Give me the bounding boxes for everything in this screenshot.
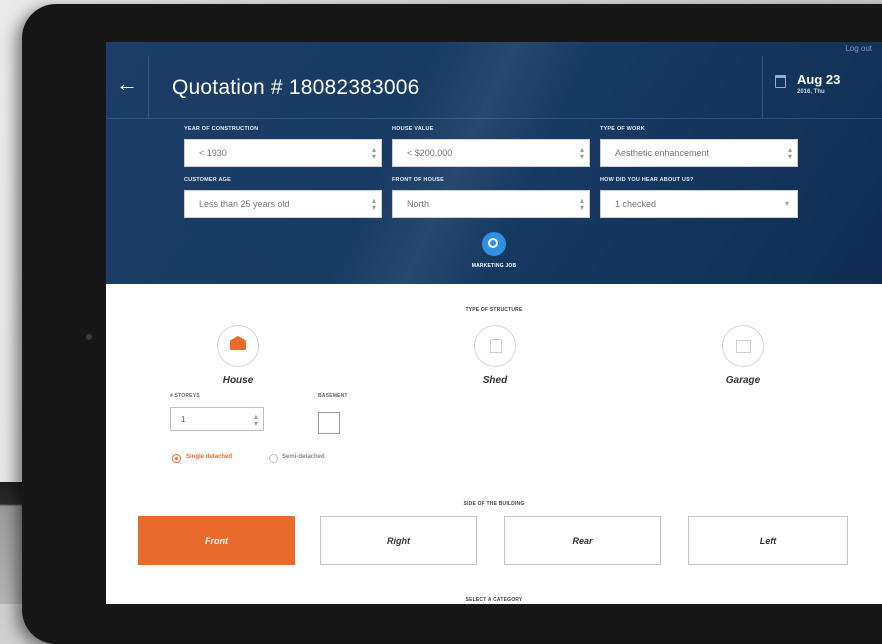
work-type-input[interactable]: Aesthetic enhancement ▴ ▾ <box>600 139 798 167</box>
structure-title: TYPE OF STRUCTURE <box>465 307 523 313</box>
house-value-value: < $200,000 <box>407 148 453 158</box>
basement-label: BASEMENT <box>318 393 348 399</box>
work-type-label: TYPE OF WORK <box>600 126 645 132</box>
side-front-button[interactable]: Front <box>138 516 295 565</box>
garage-icon <box>736 340 751 353</box>
storeys-value: 1 <box>181 415 186 424</box>
camera-dot <box>86 334 92 340</box>
stepper-icon: ▴ ▾ <box>787 145 792 161</box>
chevron-down-icon: ▾ <box>784 199 789 208</box>
customer-age-label: CUSTOMER AGE <box>184 177 232 183</box>
header-panel: Log out ← Quotation # 18082383006 Aug 23… <box>106 42 882 284</box>
house-icon-circle <box>217 325 259 367</box>
structure-garage-label: Garage <box>725 375 761 386</box>
house-value-label: HOUSE VALUE <box>392 126 434 132</box>
title-bar: ← Quotation # 18082383006 Aug 23 2016, T… <box>106 56 882 119</box>
front-value: North <box>407 199 430 209</box>
semi-detached-label: Semi-detached <box>282 454 325 460</box>
structure-shed-label: Shed <box>482 375 508 386</box>
back-button[interactable]: ← <box>106 56 149 118</box>
basement-checkbox[interactable] <box>318 412 340 434</box>
date-weekday: 2016, Thu <box>797 89 825 95</box>
stepper-icon: ▴ ▾ <box>579 145 584 161</box>
app-screen: Log out ← Quotation # 18082383006 Aug 23… <box>106 42 882 604</box>
stepper-icon: ▴ ▾ <box>253 412 258 428</box>
house-value-input[interactable]: < $200,000 ▴ ▾ <box>392 139 590 167</box>
structure-garage[interactable]: Garage <box>703 325 783 386</box>
side-rear-button[interactable]: Rear <box>504 516 661 565</box>
stepper-icon: ▴ ▾ <box>579 196 584 212</box>
side-right-button[interactable]: Right <box>320 516 477 565</box>
front-label: FRONT OF HOUSE <box>392 177 444 183</box>
shed-icon <box>490 339 502 353</box>
structure-house-label: House <box>222 375 254 386</box>
stepper-icon: ▴ ▾ <box>371 196 376 212</box>
structure-shed[interactable]: Shed <box>455 325 535 386</box>
heard-select[interactable]: 1 checked ▾ <box>600 190 798 218</box>
category-title: SELECT A CATEGORY <box>465 597 523 603</box>
date-display[interactable]: Aug 23 2016, Thu <box>762 56 882 118</box>
single-detached-radio[interactable] <box>172 454 181 463</box>
marketing-job-icon[interactable] <box>482 232 506 256</box>
year-value: < 1930 <box>199 148 227 158</box>
year-input[interactable]: < 1930 ▴ ▾ <box>184 139 382 167</box>
year-label: YEAR OF CONSTRUCTION <box>184 126 259 132</box>
work-type-value: Aesthetic enhancement <box>615 148 710 158</box>
heard-value: 1 checked <box>615 199 657 209</box>
customer-age-value: Less than 25 years old <box>199 199 290 209</box>
semi-detached-radio[interactable] <box>269 454 278 463</box>
page-title: Quotation # 18082383006 <box>172 76 420 99</box>
structure-house[interactable]: House <box>198 325 278 386</box>
shed-icon-circle <box>474 325 516 367</box>
calendar-icon <box>775 75 786 88</box>
single-detached-label: Single detached <box>186 454 233 460</box>
storeys-input[interactable]: 1 ▴ ▾ <box>170 407 264 431</box>
heard-label: HOW DID YOU HEAR ABOUT US? <box>600 177 694 183</box>
marketing-job-label: MARKETING JOB <box>471 263 517 269</box>
side-left-button[interactable]: Left <box>688 516 848 565</box>
storeys-label: # STOREYS <box>170 393 200 399</box>
customer-age-input[interactable]: Less than 25 years old ▴ ▾ <box>184 190 382 218</box>
back-arrow-icon: ← <box>116 71 138 96</box>
logout-link[interactable]: Log out <box>845 44 872 53</box>
front-input[interactable]: North ▴ ▾ <box>392 190 590 218</box>
side-title: SIDE OF THE BUILDING <box>463 501 525 507</box>
date-day: Aug 23 <box>797 72 841 87</box>
house-icon <box>229 336 247 350</box>
stepper-icon: ▴ ▾ <box>371 145 376 161</box>
garage-icon-circle <box>722 325 764 367</box>
